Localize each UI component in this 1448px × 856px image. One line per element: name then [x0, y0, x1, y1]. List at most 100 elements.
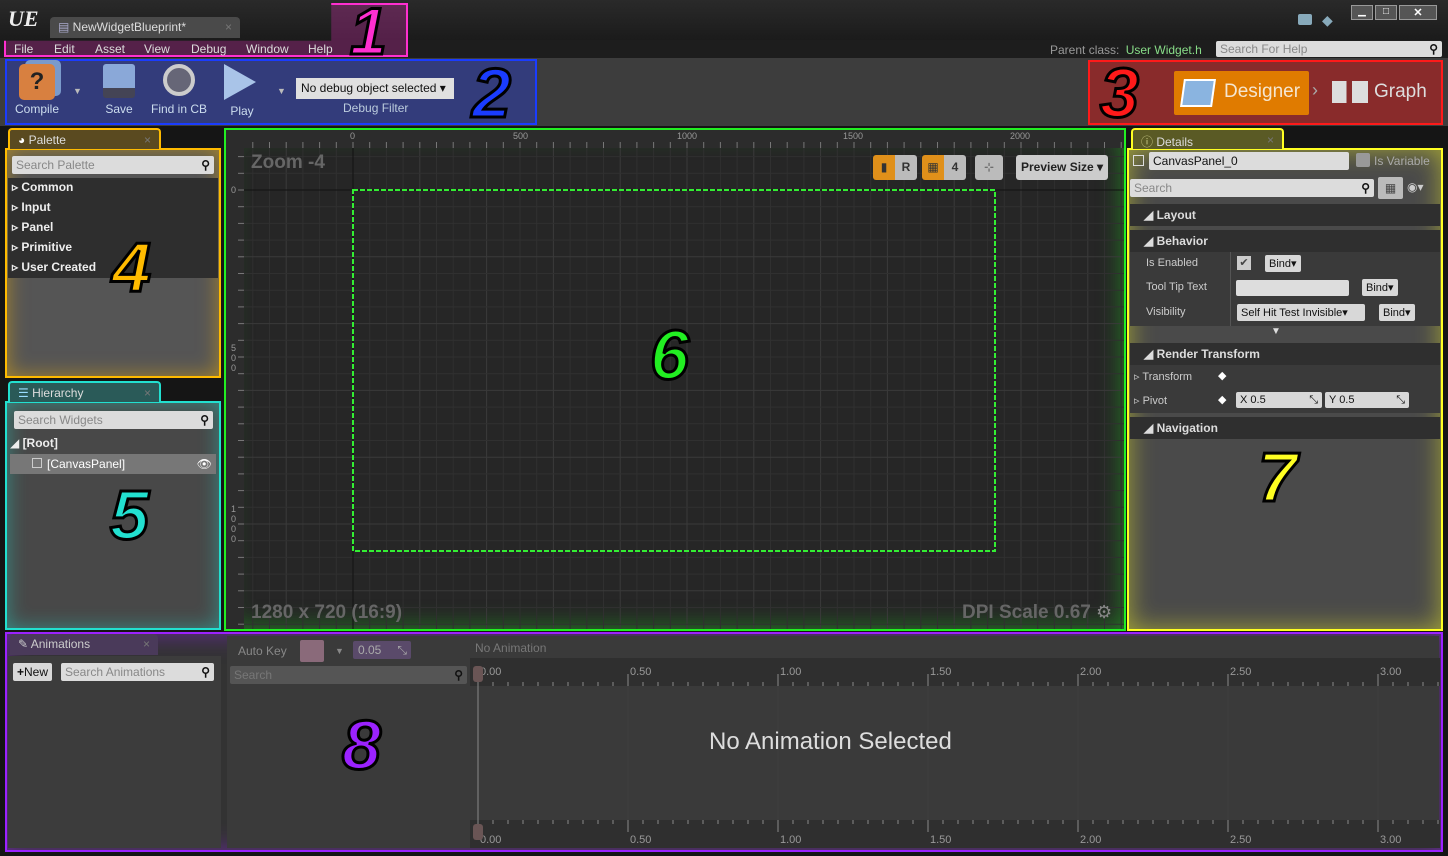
new-animation-button[interactable]: +New — [13, 663, 53, 681]
section-layout[interactable]: ◢ Layout — [1130, 204, 1440, 226]
visibility-eye-icon[interactable]: 👁 — [197, 457, 212, 471]
tree-item-canvas-panel[interactable]: [CanvasPanel] 👁 — [10, 454, 216, 474]
play-options-dropdown[interactable]: ▼ — [277, 86, 286, 96]
time-tick-label: 2.00 — [1080, 834, 1101, 846]
hierarchy-tab[interactable]: ☰ Hierarchy × — [8, 381, 161, 402]
compile-options-dropdown[interactable]: ▼ — [73, 86, 82, 96]
bind-label: Bind — [1366, 282, 1389, 294]
menu-debug[interactable]: Debug — [191, 42, 246, 56]
menu-edit[interactable]: Edit — [54, 42, 95, 56]
close-tab-icon[interactable]: × — [1267, 133, 1274, 147]
new-label: New — [24, 665, 49, 679]
close-tab-icon[interactable]: × — [225, 20, 232, 34]
ruler-label-top-2000: 2000 — [1010, 131, 1031, 141]
document-tab[interactable]: ▤ NewWidgetBlueprint* × — [50, 17, 240, 38]
mode-chevron-icon: › — [1312, 80, 1318, 100]
play-button[interactable]: Play — [220, 64, 264, 118]
property-matrix-button[interactable]: ▦ — [1378, 177, 1403, 199]
pivot-y-input[interactable]: Y 0.5 ⤡ — [1325, 392, 1409, 408]
grid-snap-toggle[interactable]: ▦ 4 — [922, 155, 966, 180]
section-behavior[interactable]: ◢ Behavior — [1130, 230, 1440, 252]
reset-keyframe-icon[interactable]: ◆ — [1218, 393, 1226, 406]
help-search-input[interactable]: Search For Help ⚲ — [1216, 41, 1442, 57]
drag-icon: ⤡ — [1309, 394, 1318, 406]
debug-object-select[interactable]: No debug object selected ▾ — [296, 78, 454, 99]
maximize-button[interactable]: □ — [1375, 5, 1397, 20]
respect-locks-toggle[interactable]: ▮ R — [873, 155, 917, 180]
tree-root[interactable]: ◢ [Root] — [10, 436, 58, 450]
window-controls: ▁ □ ✕ — [1351, 5, 1437, 20]
menu-file[interactable]: File — [14, 42, 54, 56]
compile-button[interactable]: ? Compile — [12, 64, 62, 120]
tool-tip-input[interactable] — [1236, 280, 1349, 296]
close-tab-icon[interactable]: × — [143, 637, 150, 651]
tutorial-icon[interactable]: ◆ — [1322, 12, 1333, 29]
menu-window[interactable]: Window — [246, 42, 308, 56]
annotation-5: 5 — [109, 476, 151, 554]
graph-icon — [1332, 81, 1368, 103]
magnifier-icon — [163, 64, 195, 96]
r-toggle[interactable]: R — [895, 155, 917, 180]
drag-icon: ⤡ — [397, 643, 407, 657]
details-search-input[interactable]: Search ⚲ — [1130, 179, 1374, 197]
save-button[interactable]: Save — [100, 64, 138, 116]
pivot-row[interactable]: ▹ Pivot — [1134, 394, 1167, 407]
palette-category-input[interactable]: ▹ Input — [8, 198, 218, 218]
palette-search-placeholder: Search Palette — [16, 158, 95, 172]
designer-mode-button[interactable]: Designer — [1174, 71, 1309, 115]
graph-mode-button[interactable]: Graph — [1328, 71, 1436, 115]
timeline-search-input[interactable]: Search ⚲ — [230, 666, 467, 684]
palette-category-common[interactable]: ▹ Common — [8, 178, 218, 198]
widget-name-input[interactable]: CanvasPanel_0 — [1149, 152, 1349, 170]
transform-row[interactable]: ▹ Transform — [1134, 370, 1192, 383]
animations-list-panel — [8, 656, 221, 848]
zoom-to-fit-button[interactable]: ⊹ — [975, 155, 1003, 180]
auto-key-toggle[interactable] — [300, 640, 324, 662]
menu-view[interactable]: View — [144, 42, 191, 56]
is-enabled-bind-button[interactable]: Bind▾ — [1265, 255, 1301, 272]
visibility-bind-button[interactable]: Bind▾ — [1379, 304, 1415, 321]
search-icon: ⚲ — [201, 665, 210, 679]
minimize-button[interactable]: ▁ — [1351, 5, 1373, 20]
dpi-settings-gear-icon[interactable]: ⚙ — [1096, 602, 1112, 623]
grid-size-value[interactable]: 4 — [944, 155, 966, 180]
palette-tab[interactable]: ◕ Palette × — [8, 128, 161, 149]
animation-icon: ✎ — [18, 637, 31, 651]
preview-size-dropdown[interactable]: Preview Size ▾ — [1016, 155, 1109, 180]
details-tab[interactable]: ⓘ Details × — [1131, 128, 1284, 149]
is-variable-checkbox[interactable] — [1356, 153, 1370, 167]
tab-label: NewWidgetBlueprint* — [72, 20, 187, 34]
drag-icon: ⤡ — [1396, 394, 1405, 406]
details-search-placeholder: Search — [1134, 181, 1173, 195]
menu-asset[interactable]: Asset — [95, 42, 144, 56]
section-label: Layout — [1156, 208, 1196, 222]
animations-search-placeholder: Search Animations — [65, 665, 166, 679]
annotation-1: 1 — [349, 0, 389, 68]
pivot-x-value: X 0.5 — [1240, 394, 1266, 406]
visibility-dropdown[interactable]: Self Hit Test Invisible▾ — [1237, 304, 1365, 321]
feedback-icon[interactable] — [1298, 14, 1312, 25]
snap-interval-input[interactable]: 0.05 ⤡ — [353, 641, 411, 659]
close-button[interactable]: ✕ — [1399, 5, 1437, 20]
snap-dropdown-icon[interactable]: ▼ — [335, 646, 344, 656]
find-in-cb-button[interactable]: Find in CB — [148, 64, 210, 116]
view-options-eye-icon[interactable]: ◉▾ — [1407, 180, 1424, 194]
pivot-x-input[interactable]: X 0.5 ⤡ — [1236, 392, 1322, 408]
is-enabled-checkbox[interactable]: ✔ — [1237, 256, 1251, 270]
palette-search-input[interactable]: Search Palette ⚲ — [12, 156, 214, 174]
animations-tab[interactable]: ✎ Animations × — [10, 634, 158, 655]
animations-search-input[interactable]: Search Animations ⚲ — [61, 663, 214, 681]
hierarchy-search-placeholder: Search Widgets — [18, 413, 103, 427]
reset-keyframe-icon[interactable]: ◆ — [1218, 369, 1226, 382]
hierarchy-search-input[interactable]: Search Widgets ⚲ — [14, 411, 213, 429]
menu-help[interactable]: Help — [308, 42, 333, 56]
ruler-label-top-500: 500 — [513, 131, 529, 141]
section-render-transform[interactable]: ◢ Render Transform — [1130, 343, 1440, 365]
timeline-search-placeholder: Search — [234, 668, 273, 682]
pivot-label: Pivot — [1142, 395, 1168, 407]
tool-tip-bind-button[interactable]: Bind▾ — [1362, 279, 1398, 296]
advanced-expand-icon[interactable]: ▼ — [1271, 326, 1281, 337]
close-tab-icon[interactable]: × — [144, 133, 151, 147]
close-tab-icon[interactable]: × — [144, 386, 151, 400]
section-navigation[interactable]: ◢ Navigation — [1130, 417, 1440, 439]
